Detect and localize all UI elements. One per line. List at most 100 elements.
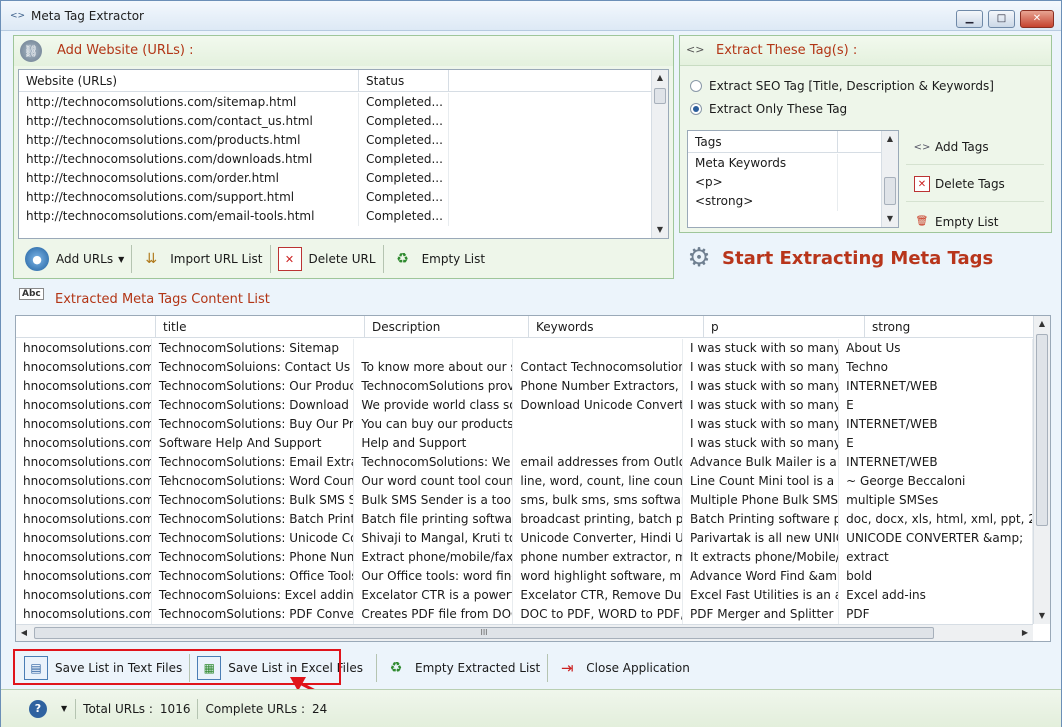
- extracted-grid-header: title Description Keywords p strong: [16, 316, 1033, 338]
- title-cell: TechnocomSolutions: Phone Num...: [152, 548, 355, 567]
- description-cell: Creates PDF file from DOC,...: [354, 605, 514, 624]
- table-row[interactable]: http://technocomsolutions.com/downloads.…: [19, 150, 651, 169]
- status-cell: Completed...: [359, 112, 449, 131]
- table-row[interactable]: hnocomsolutions.com/...TechnocomSolution…: [16, 548, 1033, 567]
- scroll-down-arrow-icon[interactable]: ▼: [652, 222, 668, 238]
- maximize-button[interactable]: □: [988, 10, 1015, 28]
- extracted-grid-hscroll[interactable]: ◀ III ▶: [16, 624, 1033, 641]
- url-cell: hnocomsolutions.com/...: [16, 339, 152, 358]
- empty-list-button[interactable]: ♻ Empty List: [384, 243, 493, 275]
- url-cell: hnocomsolutions.com/...: [16, 529, 152, 548]
- tags-grid-scrollbar[interactable]: ▲ ▼: [881, 131, 898, 227]
- total-urls-label: Total URLs :: [83, 701, 153, 716]
- close-button[interactable]: ✕: [1020, 10, 1054, 28]
- tag-row[interactable]: <p>: [688, 173, 881, 192]
- table-row[interactable]: hnocomsolutions.com/...Software Help And…: [16, 434, 1033, 453]
- keywords-cell: broadcast printing, batch pri...: [513, 510, 684, 529]
- table-row[interactable]: hnocomsolutions.com/...TehcnocomSolution…: [16, 472, 1033, 491]
- keywords-cell: email addresses from Outloo...: [513, 453, 684, 472]
- table-row[interactable]: hnocomsolutions.com/...TechnocomSolution…: [16, 415, 1033, 434]
- radio-button[interactable]: [690, 103, 702, 115]
- p-cell: PDF Merger and Splitter is ...: [683, 605, 840, 624]
- title-cell: TechnocomSolutions: Buy Our Pro...: [152, 415, 355, 434]
- empty-extracted-list-button[interactable]: ♻ Empty Extracted List: [377, 652, 547, 684]
- minimize-button[interactable]: ▁: [956, 10, 983, 28]
- import-url-list-button[interactable]: ⇊ Import URL List: [132, 243, 269, 275]
- table-row[interactable]: hnocomsolutions.com/...TechnocomSolution…: [16, 510, 1033, 529]
- p-cell: It extracts phone/Mobile/F...: [683, 548, 840, 567]
- description-cell: Extract phone/mobile/fax ...: [354, 548, 514, 567]
- table-row[interactable]: hnocomsolutions.com/...TechnocomSolution…: [16, 396, 1033, 415]
- scroll-up-arrow-icon[interactable]: ▲: [1034, 316, 1050, 332]
- table-row[interactable]: http://technocomsolutions.com/contact_us…: [19, 112, 651, 131]
- table-row[interactable]: hnocomsolutions.com/...TechnocomSolution…: [16, 377, 1033, 396]
- app-window: <> Meta Tag Extractor ▁ □ ✕ ⛓ Add Websit…: [0, 0, 1062, 727]
- empty-tags-button[interactable]: 🗑 Empty List: [906, 204, 1044, 239]
- dropdown-arrow-icon[interactable]: ▼: [118, 255, 124, 264]
- scroll-thumb[interactable]: [884, 177, 896, 205]
- start-extracting-button[interactable]: ⚙ Start Extracting Meta Tags: [684, 239, 1052, 277]
- column-p[interactable]: p: [704, 316, 865, 338]
- column-title[interactable]: title: [156, 316, 365, 338]
- delete-url-button[interactable]: ✕ Delete URL: [271, 243, 383, 275]
- column-website-urls[interactable]: Website (URLs): [19, 70, 359, 92]
- empty-tags-label: Empty List: [935, 214, 999, 229]
- description-cell: Our Office tools: word find...: [354, 567, 514, 586]
- option-seo-radio[interactable]: Extract SEO Tag [Title, Description & Ke…: [690, 79, 994, 93]
- column-keywords[interactable]: Keywords: [529, 316, 704, 338]
- url-cell: hnocomsolutions.com/...: [16, 377, 152, 396]
- extracted-grid[interactable]: title Description Keywords p strong hnoc…: [15, 315, 1051, 642]
- table-row[interactable]: http://technocomsolutions.com/email-tool…: [19, 207, 651, 226]
- add-urls-button[interactable]: ● Add URLs ▼: [18, 243, 131, 275]
- column-url[interactable]: [16, 316, 156, 338]
- table-row[interactable]: http://technocomsolutions.com/support.ht…: [19, 188, 651, 207]
- scroll-left-arrow-icon[interactable]: ◀: [16, 625, 32, 641]
- column-filler: [838, 131, 881, 153]
- scroll-up-arrow-icon[interactable]: ▲: [882, 131, 898, 147]
- help-dropdown-arrow-icon[interactable]: ▼: [61, 704, 67, 713]
- scroll-thumb[interactable]: [654, 88, 666, 104]
- recycle-bin-icon: ♻: [389, 660, 403, 676]
- scroll-down-arrow-icon[interactable]: ▼: [882, 211, 898, 227]
- scroll-down-arrow-icon[interactable]: ▼: [1034, 608, 1050, 624]
- column-description[interactable]: Description: [365, 316, 529, 338]
- column-tags[interactable]: Tags: [688, 131, 838, 153]
- scroll-up-arrow-icon[interactable]: ▲: [652, 70, 668, 86]
- tag-row[interactable]: <strong>: [688, 192, 881, 211]
- scroll-thumb[interactable]: III: [34, 627, 934, 639]
- table-row[interactable]: http://technocomsolutions.com/products.h…: [19, 131, 651, 150]
- delete-tags-button[interactable]: ✕ Delete Tags: [906, 167, 1044, 202]
- table-row[interactable]: hnocomsolutions.com/...TechnocomSoluions…: [16, 586, 1033, 605]
- help-icon[interactable]: ?: [29, 699, 47, 718]
- tag-row[interactable]: Meta Keywords: [688, 154, 881, 173]
- url-grid-scrollbar[interactable]: ▲ ▼: [651, 70, 668, 238]
- total-urls-value: 1016: [159, 701, 191, 716]
- radio-button[interactable]: [690, 80, 702, 92]
- column-status[interactable]: Status: [359, 70, 449, 92]
- table-row[interactable]: hnocomsolutions.com/...TechnocomSoluions…: [16, 358, 1033, 377]
- table-row[interactable]: hnocomsolutions.com/...TechnocomSolution…: [16, 339, 1033, 358]
- table-row[interactable]: hnocomsolutions.com/...TechnocomSolution…: [16, 567, 1033, 586]
- table-row[interactable]: hnocomsolutions.com/...TechnocomSolution…: [16, 491, 1033, 510]
- table-row[interactable]: hnocomsolutions.com/...TechnocomSolution…: [16, 453, 1033, 472]
- url-cell: hnocomsolutions.com/...: [16, 453, 152, 472]
- title-cell: TechnocomSolutions: Email Extract...: [152, 453, 355, 472]
- exit-icon: ⇥: [560, 659, 574, 677]
- title-bar[interactable]: <> Meta Tag Extractor ▁ □ ✕: [1, 1, 1061, 31]
- tags-grid[interactable]: Tags Meta Keywords <p> <strong> ▲ ▼: [687, 130, 899, 228]
- table-row[interactable]: hnocomsolutions.com/...TechnocomSolution…: [16, 529, 1033, 548]
- table-row[interactable]: hnocomsolutions.com/...TechnocomSolution…: [16, 605, 1033, 624]
- table-row[interactable]: http://technocomsolutions.com/order.html…: [19, 169, 651, 188]
- scroll-thumb[interactable]: [1036, 334, 1048, 526]
- extract-tags-header: <> Extract These Tag(s) :: [680, 36, 1051, 66]
- scroll-right-arrow-icon[interactable]: ▶: [1017, 625, 1033, 641]
- extracted-grid-vscroll[interactable]: ▲ ▼: [1033, 316, 1050, 624]
- column-strong[interactable]: strong: [865, 316, 1033, 338]
- url-grid[interactable]: Website (URLs) Status http://technocomso…: [18, 69, 669, 239]
- add-tags-button[interactable]: <> Add Tags: [906, 130, 1044, 165]
- strong-cell: INTERNET/WEB: [839, 415, 1033, 434]
- table-row[interactable]: http://technocomsolutions.com/sitemap.ht…: [19, 93, 651, 112]
- close-application-button[interactable]: ⇥ Close Application: [548, 652, 697, 684]
- option-only-radio[interactable]: Extract Only These Tag: [690, 102, 847, 116]
- link-icon: ⛓: [20, 40, 42, 62]
